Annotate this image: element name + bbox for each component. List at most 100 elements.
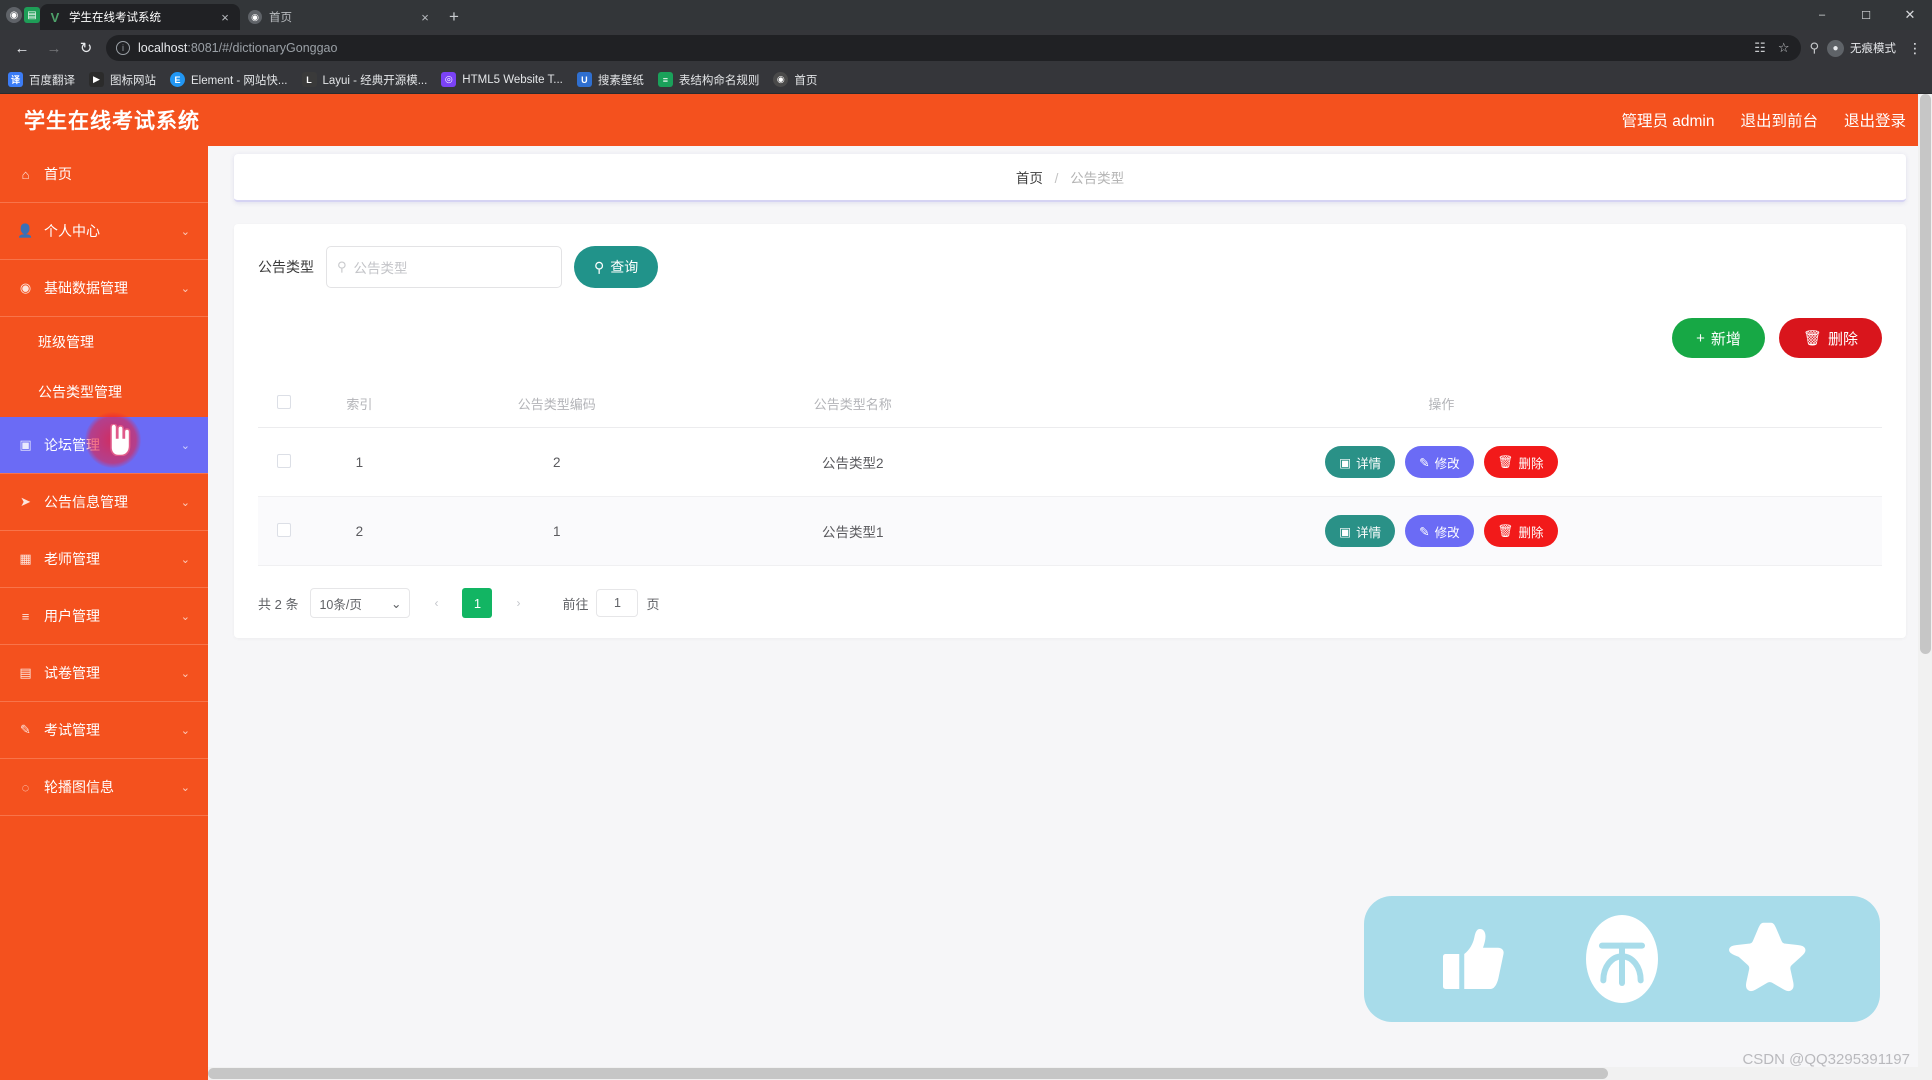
url-host: localhost: [138, 41, 188, 55]
page-number-1[interactable]: 1: [462, 588, 493, 618]
exit-to-frontend-link[interactable]: 退出到前台: [1740, 109, 1818, 131]
cell-index: 1: [310, 427, 409, 497]
jump-prefix-label: 前往: [562, 596, 589, 612]
bookmark-label: 首页: [794, 74, 818, 87]
reload-icon[interactable]: ↻: [74, 36, 98, 60]
umbrella-icon[interactable]: [1576, 913, 1668, 1005]
bookmark-item[interactable]: U 搜素壁纸: [576, 72, 644, 88]
bookmark-item[interactable]: E Element - 网站快...: [170, 72, 288, 88]
edit-button[interactable]: ✎ 修改: [1405, 515, 1474, 547]
thumbs-up-icon[interactable]: [1427, 913, 1519, 1005]
trash-icon: 🗑: [1497, 454, 1514, 469]
address-bar[interactable]: i localhost:8081/#/dictionaryGonggao ☷ ☆: [106, 35, 1802, 61]
sidebar-item-label: 论坛管理: [44, 437, 100, 453]
sidebar-item-user-management[interactable]: ≡ 用户管理 ⌄: [0, 588, 208, 645]
bookmark-favicon-icon: ◉: [773, 72, 789, 87]
star-icon[interactable]: [1725, 913, 1817, 1005]
bookmark-item[interactable]: 译百度翻译: [8, 72, 75, 88]
back-icon[interactable]: ←: [10, 36, 34, 60]
bookmark-item[interactable]: ◉ 首页: [773, 72, 817, 88]
column-header-index: 索引: [310, 380, 409, 428]
table-row[interactable]: 2 1 公告类型1 ▣ 详情 ✎ 修改 🗑 删除: [258, 496, 1882, 566]
sidebar-item-notice-info-management[interactable]: ➤ 公告信息管理 ⌄: [0, 474, 208, 531]
horizontal-scrollbar-thumb[interactable]: [208, 1068, 1608, 1079]
browser-menu-icon[interactable]: ⋮: [1904, 40, 1922, 57]
sidebar-item-exam-paper-management[interactable]: ▤ 试卷管理 ⌄: [0, 645, 208, 702]
select-all-checkbox[interactable]: [277, 395, 291, 409]
close-icon[interactable]: ×: [218, 11, 232, 24]
breadcrumb-separator: /: [1054, 171, 1059, 186]
maximize-button[interactable]: ☐: [1844, 0, 1888, 30]
browser-tab-2[interactable]: ◉ 首页 ×: [240, 4, 440, 30]
bookmark-label: 表结构命名规则: [678, 74, 760, 87]
logout-link[interactable]: 退出登录: [1844, 109, 1906, 131]
incognito-indicator[interactable]: ● 无痕模式: [1827, 39, 1896, 57]
avatar: ●: [1827, 39, 1844, 57]
sidebar-item-notice-type-management[interactable]: 公告类型管理: [0, 367, 208, 417]
delete-button[interactable]: 🗑 删除: [1778, 318, 1882, 358]
jump-suffix-label: 页: [646, 596, 660, 612]
tab-title: 学生在线考试系统: [69, 12, 161, 24]
detail-button[interactable]: ▣ 详情: [1325, 515, 1396, 547]
floating-feedback-widget: [1364, 896, 1880, 1022]
trash-icon: 🗑: [1802, 330, 1822, 347]
bookmark-star-icon[interactable]: ☆: [1778, 40, 1790, 56]
row-delete-button[interactable]: 🗑 删除: [1483, 515, 1558, 547]
column-header-name: 公告类型名称: [704, 380, 1001, 428]
row-delete-button[interactable]: 🗑 删除: [1483, 446, 1558, 478]
sidebar-item-personal-center[interactable]: 👤 个人中心 ⌄: [0, 203, 208, 260]
table-row[interactable]: 1 2 公告类型2 ▣ 详情 ✎ 修改 🗑 删除: [258, 427, 1882, 497]
bookmark-item[interactable]: ◎ HTML5 Website T...: [441, 72, 563, 87]
horizontal-scrollbar-track[interactable]: [0, 1067, 1932, 1080]
sidebar-item-exam-management[interactable]: ✎ 考试管理 ⌄: [0, 702, 208, 759]
add-button[interactable]: + 新增: [1672, 318, 1765, 358]
sidebar-item-basic-data[interactable]: ◉ 基础数据管理 ⌄: [0, 260, 208, 317]
vertical-scrollbar-thumb[interactable]: [1920, 94, 1931, 654]
bookmark-item[interactable]: L Layui - 经典开源模...: [301, 72, 427, 88]
breadcrumb: 首页 / 公告类型: [234, 154, 1906, 202]
edit-button[interactable]: ✎ 修改: [1405, 446, 1474, 478]
translate-icon[interactable]: ☷: [1754, 40, 1766, 56]
minimize-button[interactable]: –: [1800, 0, 1844, 30]
sidebar-item-carousel-info[interactable]: ◌ 轮播图信息 ⌄: [0, 759, 208, 816]
page-viewport: 学生在线考试系统 管理员 admin 退出到前台 退出登录 ⌂ 首页 👤 个人中…: [0, 94, 1932, 1080]
close-icon[interactable]: ×: [418, 11, 432, 24]
new-tab-button[interactable]: +: [440, 4, 468, 30]
bookmark-item[interactable]: ≡ 表结构命名规则: [657, 72, 760, 88]
bookmark-favicon-icon: ◎: [441, 72, 457, 87]
sidebar-item-forum-management[interactable]: ▣ 论坛管理 ⌄: [0, 417, 208, 474]
key-icon[interactable]: ⚲: [1809, 40, 1819, 56]
url-text: localhost:8081/#/dictionaryGonggao: [138, 41, 337, 55]
close-window-button[interactable]: ✕: [1888, 0, 1932, 30]
search-icon: ⚲: [337, 259, 347, 274]
site-info-icon[interactable]: i: [116, 41, 130, 55]
admin-user-link[interactable]: 管理员 admin: [1621, 109, 1714, 131]
vertical-scrollbar-track[interactable]: [1918, 94, 1932, 1080]
search-input[interactable]: ⚲ 公告类型: [326, 246, 562, 288]
prev-page-button[interactable]: ‹: [422, 589, 451, 617]
row-checkbox[interactable]: [277, 522, 291, 537]
breadcrumb-current: 公告类型: [1070, 171, 1125, 186]
cell-index: 2: [310, 496, 409, 566]
bookmark-item[interactable]: ▶ 图标网站: [89, 72, 156, 88]
bookmark-label: 图标网站: [110, 74, 156, 87]
next-page-button[interactable]: ›: [504, 589, 533, 617]
breadcrumb-home[interactable]: 首页: [1016, 171, 1043, 186]
jump-page-input[interactable]: 1: [596, 589, 639, 617]
page-size-select[interactable]: 10条/页 ⌄: [310, 588, 411, 618]
query-button-label: 查询: [610, 259, 639, 275]
tabstrip-left-icons: ◉ ▤: [6, 0, 40, 30]
sidebar-item-class-management[interactable]: 班级管理: [0, 317, 208, 367]
operations-bar: + 新增 🗑 删除: [258, 318, 1882, 358]
query-button[interactable]: ⚲ 查询: [574, 246, 659, 288]
chevron-down-icon: ⌄: [390, 596, 402, 611]
paper-icon: ▤: [19, 665, 32, 680]
row-checkbox[interactable]: [277, 453, 291, 468]
browser-tab-1[interactable]: V 学生在线考试系统 ×: [40, 4, 240, 30]
detail-button[interactable]: ▣ 详情: [1325, 446, 1396, 478]
app-title: 学生在线考试系统: [24, 110, 200, 133]
sidebar-item-home[interactable]: ⌂ 首页: [0, 146, 208, 203]
chevron-down-icon: ⌄: [180, 496, 190, 509]
forward-icon[interactable]: →: [42, 36, 66, 60]
sidebar-item-teacher-management[interactable]: ▦ 老师管理 ⌄: [0, 531, 208, 588]
